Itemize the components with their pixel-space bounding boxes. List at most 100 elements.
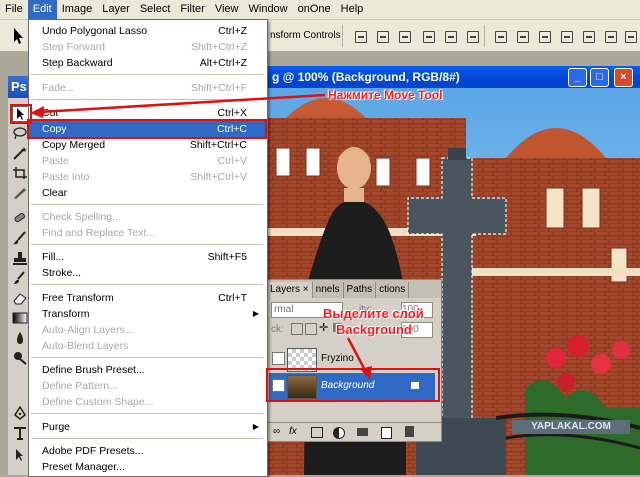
dodge-tool-icon[interactable] [12, 351, 28, 365]
trash-icon[interactable] [405, 426, 414, 437]
tab-layers[interactable]: Layers × [267, 282, 313, 298]
menu-separator [31, 99, 263, 100]
distribute-vcenter-icon[interactable] [512, 27, 532, 45]
menu-item-define-custom-shape[interactable]: Define Custom Shape... [29, 394, 265, 410]
menu-separator [31, 413, 263, 414]
align-left-icon[interactable] [418, 27, 438, 45]
select-layer-annotation-line1: Выделите слой [323, 306, 424, 321]
layers-footer: ∞ fx [267, 422, 441, 441]
menu-item-undo[interactable]: Undo Polygonal Lasso Ctrl+Z [29, 23, 265, 39]
maximize-button[interactable]: □ [590, 68, 609, 87]
menu-item-auto-blend[interactable]: Auto-Blend Layers [29, 338, 265, 354]
menu-item-pdf-presets[interactable]: Adobe PDF Presets... [29, 443, 265, 459]
stamp-tool-icon[interactable] [12, 251, 28, 265]
lock-label: ck: [271, 324, 284, 335]
lasso-tool-icon[interactable] [12, 126, 28, 140]
menu-layer[interactable]: Layer [97, 0, 135, 19]
menu-window[interactable]: Window [244, 0, 293, 19]
auto-align-icon[interactable] [620, 27, 640, 45]
layer-mask-icon[interactable] [311, 427, 323, 438]
background-layer-highlight-box [266, 368, 440, 402]
align-hcenter-icon[interactable] [440, 27, 460, 45]
menu-item-copy-merged[interactable]: Copy Merged Shift+Ctrl+C [29, 137, 265, 153]
link-layers-icon[interactable]: ∞ [273, 423, 280, 441]
menu-filter[interactable]: Filter [175, 0, 209, 19]
menu-item-auto-align[interactable]: Auto-Align Layers... [29, 322, 265, 338]
menu-item-fade[interactable]: Fade... Shift+Ctrl+F [29, 80, 265, 96]
menu-file[interactable]: File [0, 0, 28, 19]
menu-item-clear[interactable]: Clear [29, 185, 265, 201]
layers-panel-tabs: Layers × nnels Paths ctions [267, 280, 441, 298]
menu-item-define-pattern[interactable]: Define Pattern... [29, 378, 265, 394]
magic-wand-icon[interactable] [12, 146, 28, 160]
menu-separator [31, 204, 263, 205]
document-title: g @ 100% (Background, RGB/8#) [272, 70, 460, 84]
align-vcenter-icon[interactable] [372, 27, 392, 45]
healing-brush-icon[interactable] [12, 211, 28, 225]
menu-item-paste-into[interactable]: Paste Into Shift+Ctrl+V [29, 169, 265, 185]
menu-item-free-transform[interactable]: Free Transform Ctrl+T [29, 290, 265, 306]
menu-item-preset-manager[interactable]: Preset Manager... [29, 459, 265, 475]
pen-tool-icon[interactable] [12, 406, 28, 420]
menu-help[interactable]: Help [336, 0, 369, 19]
new-layer-icon[interactable] [381, 427, 392, 439]
separator [484, 25, 485, 47]
distribute-right-icon[interactable] [600, 27, 620, 45]
distribute-top-icon[interactable] [490, 27, 510, 45]
path-selection-icon[interactable] [12, 448, 28, 462]
distribute-hcenter-icon[interactable] [578, 27, 598, 45]
show-transform-controls-label[interactable]: nsform Controls [270, 30, 341, 41]
menu-item-step-backward[interactable]: Step Backward Alt+Ctrl+Z [29, 55, 265, 71]
align-bottom-icon[interactable] [394, 27, 414, 45]
type-tool-icon[interactable] [12, 426, 28, 440]
lock-position-icon[interactable]: ✛ [319, 323, 328, 334]
align-top-icon[interactable] [350, 27, 370, 45]
submenu-arrow-icon: ▶ [252, 309, 259, 318]
lock-transparent-icon[interactable] [291, 323, 303, 335]
menu-onone[interactable]: onOne [293, 0, 336, 19]
tab-channels[interactable]: nnels [313, 282, 344, 298]
move-tool-annotation: Нажмите Move Tool [328, 88, 443, 102]
menu-separator [31, 244, 263, 245]
menu-item-find-replace[interactable]: Find and Replace Text... [29, 225, 265, 241]
minimize-button[interactable]: _ [568, 68, 587, 87]
menu-item-fill[interactable]: Fill... Shift+F5 [29, 249, 265, 265]
move-tool-icon[interactable] [8, 26, 30, 46]
menu-item-stroke[interactable]: Stroke... [29, 265, 265, 281]
lock-image-icon[interactable] [305, 323, 317, 335]
group-folder-icon[interactable] [357, 428, 368, 436]
crop-tool-icon[interactable] [12, 166, 28, 180]
menu-view[interactable]: View [210, 0, 244, 19]
align-right-icon[interactable] [462, 27, 482, 45]
menu-item-purge[interactable]: Purge ▶ [29, 419, 265, 435]
layer-name: Fryzino [321, 353, 354, 364]
blur-tool-icon[interactable] [12, 331, 28, 345]
history-brush-icon[interactable] [12, 271, 28, 285]
tab-paths[interactable]: Paths [344, 282, 377, 298]
tab-actions[interactable]: ctions [376, 282, 410, 298]
distribute-left-icon[interactable] [556, 27, 576, 45]
menu-item-check-spelling[interactable]: Check Spelling... [29, 209, 265, 225]
layer-style-icon[interactable]: fx [289, 423, 297, 441]
watermark: YAPLAKAL.COM [512, 420, 630, 434]
menu-image[interactable]: Image [57, 0, 98, 19]
slice-tool-icon[interactable] [12, 186, 28, 200]
eraser-tool-icon[interactable] [12, 291, 28, 305]
close-button[interactable]: × [614, 68, 633, 87]
visibility-eye-icon[interactable] [272, 352, 285, 365]
layers-panel: Layers × nnels Paths ctions rmal ity: 10… [266, 279, 442, 442]
menubar: File Edit Image Layer Select Filter View… [0, 0, 640, 20]
menu-item-define-brush[interactable]: Define Brush Preset... [29, 362, 265, 378]
document-title-bar[interactable]: g @ 100% (Background, RGB/8#) _ □ × [266, 66, 640, 88]
menu-separator [31, 284, 263, 285]
adjustment-layer-icon[interactable] [333, 427, 345, 439]
distribute-bottom-icon[interactable] [534, 27, 554, 45]
separator [342, 25, 343, 47]
menu-item-paste[interactable]: Paste Ctrl+V [29, 153, 265, 169]
menu-item-transform[interactable]: Transform ▶ [29, 306, 265, 322]
menu-select[interactable]: Select [135, 0, 176, 19]
menu-item-step-forward[interactable]: Step Forward Shift+Ctrl+Z [29, 39, 265, 55]
brush-tool-icon[interactable] [12, 231, 28, 245]
menu-edit[interactable]: Edit [27, 0, 57, 19]
gradient-tool-icon[interactable] [12, 311, 28, 325]
